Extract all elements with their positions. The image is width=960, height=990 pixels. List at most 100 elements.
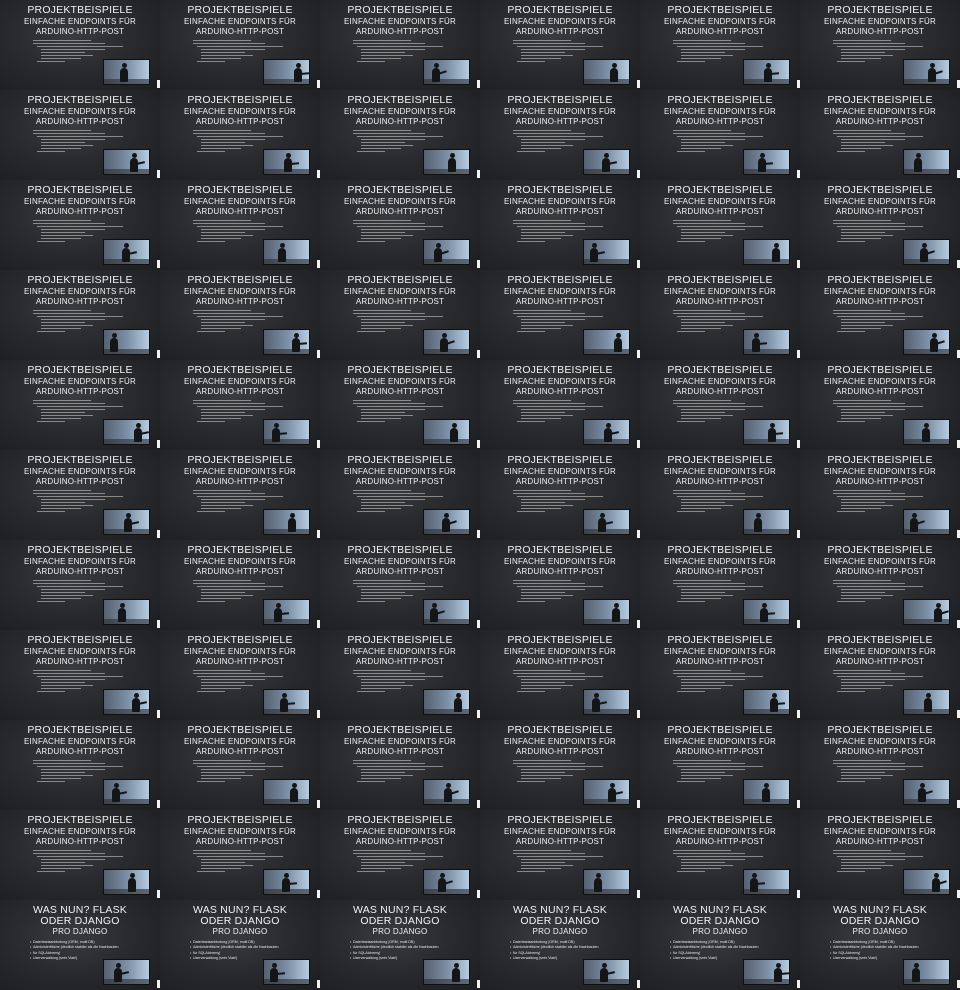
project-slide-thumbnail[interactable]: PROJEKTBEISPIELE EINFACHE ENDPOINTS FÜR AR… (0, 720, 160, 810)
project-slide-thumbnail[interactable]: PROJEKTBEISPIELE EINFACHE ENDPOINTS FÜR AR… (800, 720, 960, 810)
slide-title: PROJEKTBEISPIELE (347, 634, 453, 646)
project-slide-thumbnail[interactable]: PROJEKTBEISPIELE EINFACHE ENDPOINTS FÜR AR… (160, 720, 320, 810)
project-slide-thumbnail[interactable]: PROJEKTBEISPIELE EINFACHE ENDPOINTS FÜR AR… (0, 270, 160, 360)
project-slide-thumbnail[interactable]: PROJEKTBEISPIELE EINFACHE ENDPOINTS FÜR AR… (480, 90, 640, 180)
code-line (513, 403, 585, 404)
project-slide-thumbnail[interactable]: PROJEKTBEISPIELE EINFACHE ENDPOINTS FÜR AR… (480, 450, 640, 540)
code-line (353, 853, 425, 854)
project-slide-thumbnail[interactable]: PROJEKTBEISPIELE EINFACHE ENDPOINTS FÜR AR… (640, 180, 800, 270)
project-slide-thumbnail[interactable]: PROJEKTBEISPIELE EINFACHE ENDPOINTS FÜR AR… (640, 450, 800, 540)
code-line (521, 409, 585, 410)
project-slide-thumbnail[interactable]: PROJEKTBEISPIELE EINFACHE ENDPOINTS FÜR AR… (480, 270, 640, 360)
project-slide-thumbnail[interactable]: PROJEKTBEISPIELE EINFACHE ENDPOINTS FÜR AR… (640, 720, 800, 810)
slide-title: PROJEKTBEISPIELE (27, 94, 133, 106)
code-line (841, 508, 881, 509)
project-slide-thumbnail[interactable]: PROJEKTBEISPIELE EINFACHE ENDPOINTS FÜR AR… (800, 0, 960, 90)
code-line (201, 145, 253, 146)
presenter-video-inset (424, 330, 469, 354)
flask-slide-thumbnail[interactable]: WAS NUN? FLASKODER DJANGOPRO DJANGO Daten… (480, 900, 640, 990)
project-slide-thumbnail[interactable]: PROJEKTBEISPIELE EINFACHE ENDPOINTS FÜR AR… (480, 720, 640, 810)
flask-slide-thumbnail[interactable]: WAS NUN? FLASKODER DJANGOPRO DJANGO Daten… (800, 900, 960, 990)
project-slide-thumbnail[interactable]: PROJEKTBEISPIELE EINFACHE ENDPOINTS FÜR AR… (0, 540, 160, 630)
project-slide-thumbnail[interactable]: PROJEKTBEISPIELE EINFACHE ENDPOINTS FÜR AR… (640, 270, 800, 360)
code-line (193, 673, 265, 674)
code-line (521, 682, 565, 683)
flask-slide-thumbnail[interactable]: WAS NUN? FLASKODER DJANGOPRO DJANGO Daten… (0, 900, 160, 990)
flask-slide-thumbnail[interactable]: WAS NUN? FLASKODER DJANGOPRO DJANGO Daten… (160, 900, 320, 990)
project-slide-thumbnail[interactable]: PROJEKTBEISPIELE EINFACHE ENDPOINTS FÜR AR… (320, 270, 480, 360)
project-slide-thumbnail[interactable]: PROJEKTBEISPIELE EINFACHE ENDPOINTS FÜR AR… (640, 0, 800, 90)
presenter-figure (442, 513, 457, 532)
presenter-video-inset (744, 60, 789, 84)
project-slide-thumbnail[interactable]: PROJEKTBEISPIELE EINFACHE ENDPOINTS FÜR AR… (640, 810, 800, 900)
project-slide-thumbnail[interactable]: PROJEKTBEISPIELE EINFACHE ENDPOINTS FÜR AR… (320, 0, 480, 90)
project-slide-thumbnail[interactable]: PROJEKTBEISPIELE EINFACHE ENDPOINTS FÜR AR… (160, 180, 320, 270)
presenter-arm (769, 72, 780, 75)
project-slide-thumbnail[interactable]: PROJEKTBEISPIELE EINFACHE ENDPOINTS FÜR AR… (480, 0, 640, 90)
code-line (521, 868, 561, 869)
project-slide-thumbnail[interactable]: PROJEKTBEISPIELE EINFACHE ENDPOINTS FÜR AR… (800, 180, 960, 270)
project-slide-thumbnail[interactable]: PROJEKTBEISPIELE EINFACHE ENDPOINTS FÜR AR… (160, 540, 320, 630)
project-slide-thumbnail[interactable]: PROJEKTBEISPIELE EINFACHE ENDPOINTS FÜR AR… (0, 90, 160, 180)
project-slide-thumbnail[interactable]: PROJEKTBEISPIELE EINFACHE ENDPOINTS FÜR AR… (800, 450, 960, 540)
project-slide-thumbnail[interactable]: PROJEKTBEISPIELE EINFACHE ENDPOINTS FÜR AR… (800, 540, 960, 630)
project-slide-thumbnail[interactable]: PROJEKTBEISPIELE EINFACHE ENDPOINTS FÜR AR… (320, 450, 480, 540)
project-slide-thumbnail[interactable]: PROJEKTBEISPIELE EINFACHE ENDPOINTS FÜR AR… (160, 450, 320, 540)
project-slide-thumbnail[interactable]: PROJEKTBEISPIELE EINFACHE ENDPOINTS FÜR AR… (0, 360, 160, 450)
project-slide-thumbnail[interactable]: PROJEKTBEISPIELE EINFACHE ENDPOINTS FÜR AR… (160, 630, 320, 720)
slide-heading: PROJEKTBEISPIELE EINFACHE ENDPOINTS FÜR AR… (640, 455, 800, 486)
slide-subtitle-line: ARDUINO-HTTP-POST (195, 296, 285, 306)
project-slide-thumbnail[interactable]: PROJEKTBEISPIELE EINFACHE ENDPOINTS FÜR AR… (160, 810, 320, 900)
project-slide-thumbnail[interactable]: PROJEKTBEISPIELE EINFACHE ENDPOINTS FÜR AR… (320, 90, 480, 180)
project-slide-thumbnail[interactable]: PROJEKTBEISPIELE EINFACHE ENDPOINTS FÜR AR… (480, 360, 640, 450)
project-slide-thumbnail[interactable]: PROJEKTBEISPIELE EINFACHE ENDPOINTS FÜR AR… (640, 90, 800, 180)
project-slide-thumbnail[interactable]: PROJEKTBEISPIELE EINFACHE ENDPOINTS FÜR AR… (320, 630, 480, 720)
project-slide-thumbnail[interactable]: PROJEKTBEISPIELE EINFACHE ENDPOINTS FÜR AR… (480, 630, 640, 720)
presenter-figure (610, 63, 618, 82)
project-slide-thumbnail[interactable]: PROJEKTBEISPIELE EINFACHE ENDPOINTS FÜR AR… (0, 810, 160, 900)
code-line (681, 235, 733, 236)
bullet-list: Datenbankanbindung (ORM, multi DB)Admini… (190, 940, 310, 962)
presenter-arm (935, 340, 945, 345)
project-slide-thumbnail[interactable]: PROJEKTBEISPIELE EINFACHE ENDPOINTS FÜR AR… (640, 630, 800, 720)
project-slide-thumbnail[interactable]: PROJEKTBEISPIELE EINFACHE ENDPOINTS FÜR AR… (800, 810, 960, 900)
project-slide-thumbnail[interactable]: PROJEKTBEISPIELE EINFACHE ENDPOINTS FÜR AR… (160, 360, 320, 450)
project-slide-thumbnail[interactable]: PROJEKTBEISPIELE EINFACHE ENDPOINTS FÜR AR… (320, 360, 480, 450)
code-line (681, 595, 733, 596)
code-line (201, 409, 265, 410)
project-slide-thumbnail[interactable]: PROJEKTBEISPIELE EINFACHE ENDPOINTS FÜR AR… (320, 810, 480, 900)
slide-subtitle-line: EINFACHE ENDPOINTS FÜR (824, 736, 936, 746)
project-slide-thumbnail[interactable]: PROJEKTBEISPIELE EINFACHE ENDPOINTS FÜR AR… (0, 0, 160, 90)
code-line (361, 865, 413, 866)
project-slide-thumbnail[interactable]: PROJEKTBEISPIELE EINFACHE ENDPOINTS FÜR AR… (480, 180, 640, 270)
project-slide-thumbnail[interactable]: PROJEKTBEISPIELE EINFACHE ENDPOINTS FÜR AR… (0, 450, 160, 540)
project-slide-thumbnail[interactable]: PROJEKTBEISPIELE EINFACHE ENDPOINTS FÜR AR… (0, 630, 160, 720)
project-slide-thumbnail[interactable]: PROJEKTBEISPIELE EINFACHE ENDPOINTS FÜR AR… (640, 540, 800, 630)
flask-slide-thumbnail[interactable]: WAS NUN? FLASKODER DJANGOPRO DJANGO Daten… (640, 900, 800, 990)
project-slide-thumbnail[interactable]: PROJEKTBEISPIELE EINFACHE ENDPOINTS FÜR AR… (320, 540, 480, 630)
project-slide-thumbnail[interactable]: PROJEKTBEISPIELE EINFACHE ENDPOINTS FÜR AR… (640, 360, 800, 450)
project-slide-thumbnail[interactable]: PROJEKTBEISPIELE EINFACHE ENDPOINTS FÜR AR… (320, 720, 480, 810)
project-slide-thumbnail[interactable]: PROJEKTBEISPIELE EINFACHE ENDPOINTS FÜR AR… (480, 540, 640, 630)
project-slide-thumbnail[interactable]: PROJEKTBEISPIELE EINFACHE ENDPOINTS FÜR AR… (800, 270, 960, 360)
code-line (353, 763, 425, 764)
project-slide-thumbnail[interactable]: PROJEKTBEISPIELE EINFACHE ENDPOINTS FÜR AR… (800, 630, 960, 720)
project-slide-thumbnail[interactable]: PROJEKTBEISPIELE EINFACHE ENDPOINTS FÜR AR… (800, 360, 960, 450)
code-line (681, 58, 721, 59)
flask-slide-thumbnail[interactable]: WAS NUN? FLASKODER DJANGOPRO DJANGO Daten… (320, 900, 480, 990)
presenter-video-inset (424, 420, 469, 444)
code-line (673, 223, 745, 224)
project-slide-thumbnail[interactable]: PROJEKTBEISPIELE EINFACHE ENDPOINTS FÜR AR… (800, 90, 960, 180)
project-slide-thumbnail[interactable]: PROJEKTBEISPIELE EINFACHE ENDPOINTS FÜR AR… (160, 90, 320, 180)
presenter-figure (132, 693, 148, 712)
project-slide-thumbnail[interactable]: PROJEKTBEISPIELE EINFACHE ENDPOINTS FÜR AR… (160, 270, 320, 360)
code-line (361, 325, 413, 326)
code-line (677, 61, 705, 62)
slide-subtitle-line: EINFACHE ENDPOINTS FÜR (184, 196, 296, 206)
code-line (361, 508, 401, 509)
code-line (841, 148, 881, 149)
project-slide-thumbnail[interactable]: PROJEKTBEISPIELE EINFACHE ENDPOINTS FÜR AR… (480, 810, 640, 900)
project-slide-thumbnail[interactable]: PROJEKTBEISPIELE EINFACHE ENDPOINTS FÜR AR… (320, 180, 480, 270)
project-slide-thumbnail[interactable]: PROJEKTBEISPIELE EINFACHE ENDPOINTS FÜR AR… (160, 0, 320, 90)
project-slide-thumbnail[interactable]: PROJEKTBEISPIELE EINFACHE ENDPOINTS FÜR AR… (0, 180, 160, 270)
